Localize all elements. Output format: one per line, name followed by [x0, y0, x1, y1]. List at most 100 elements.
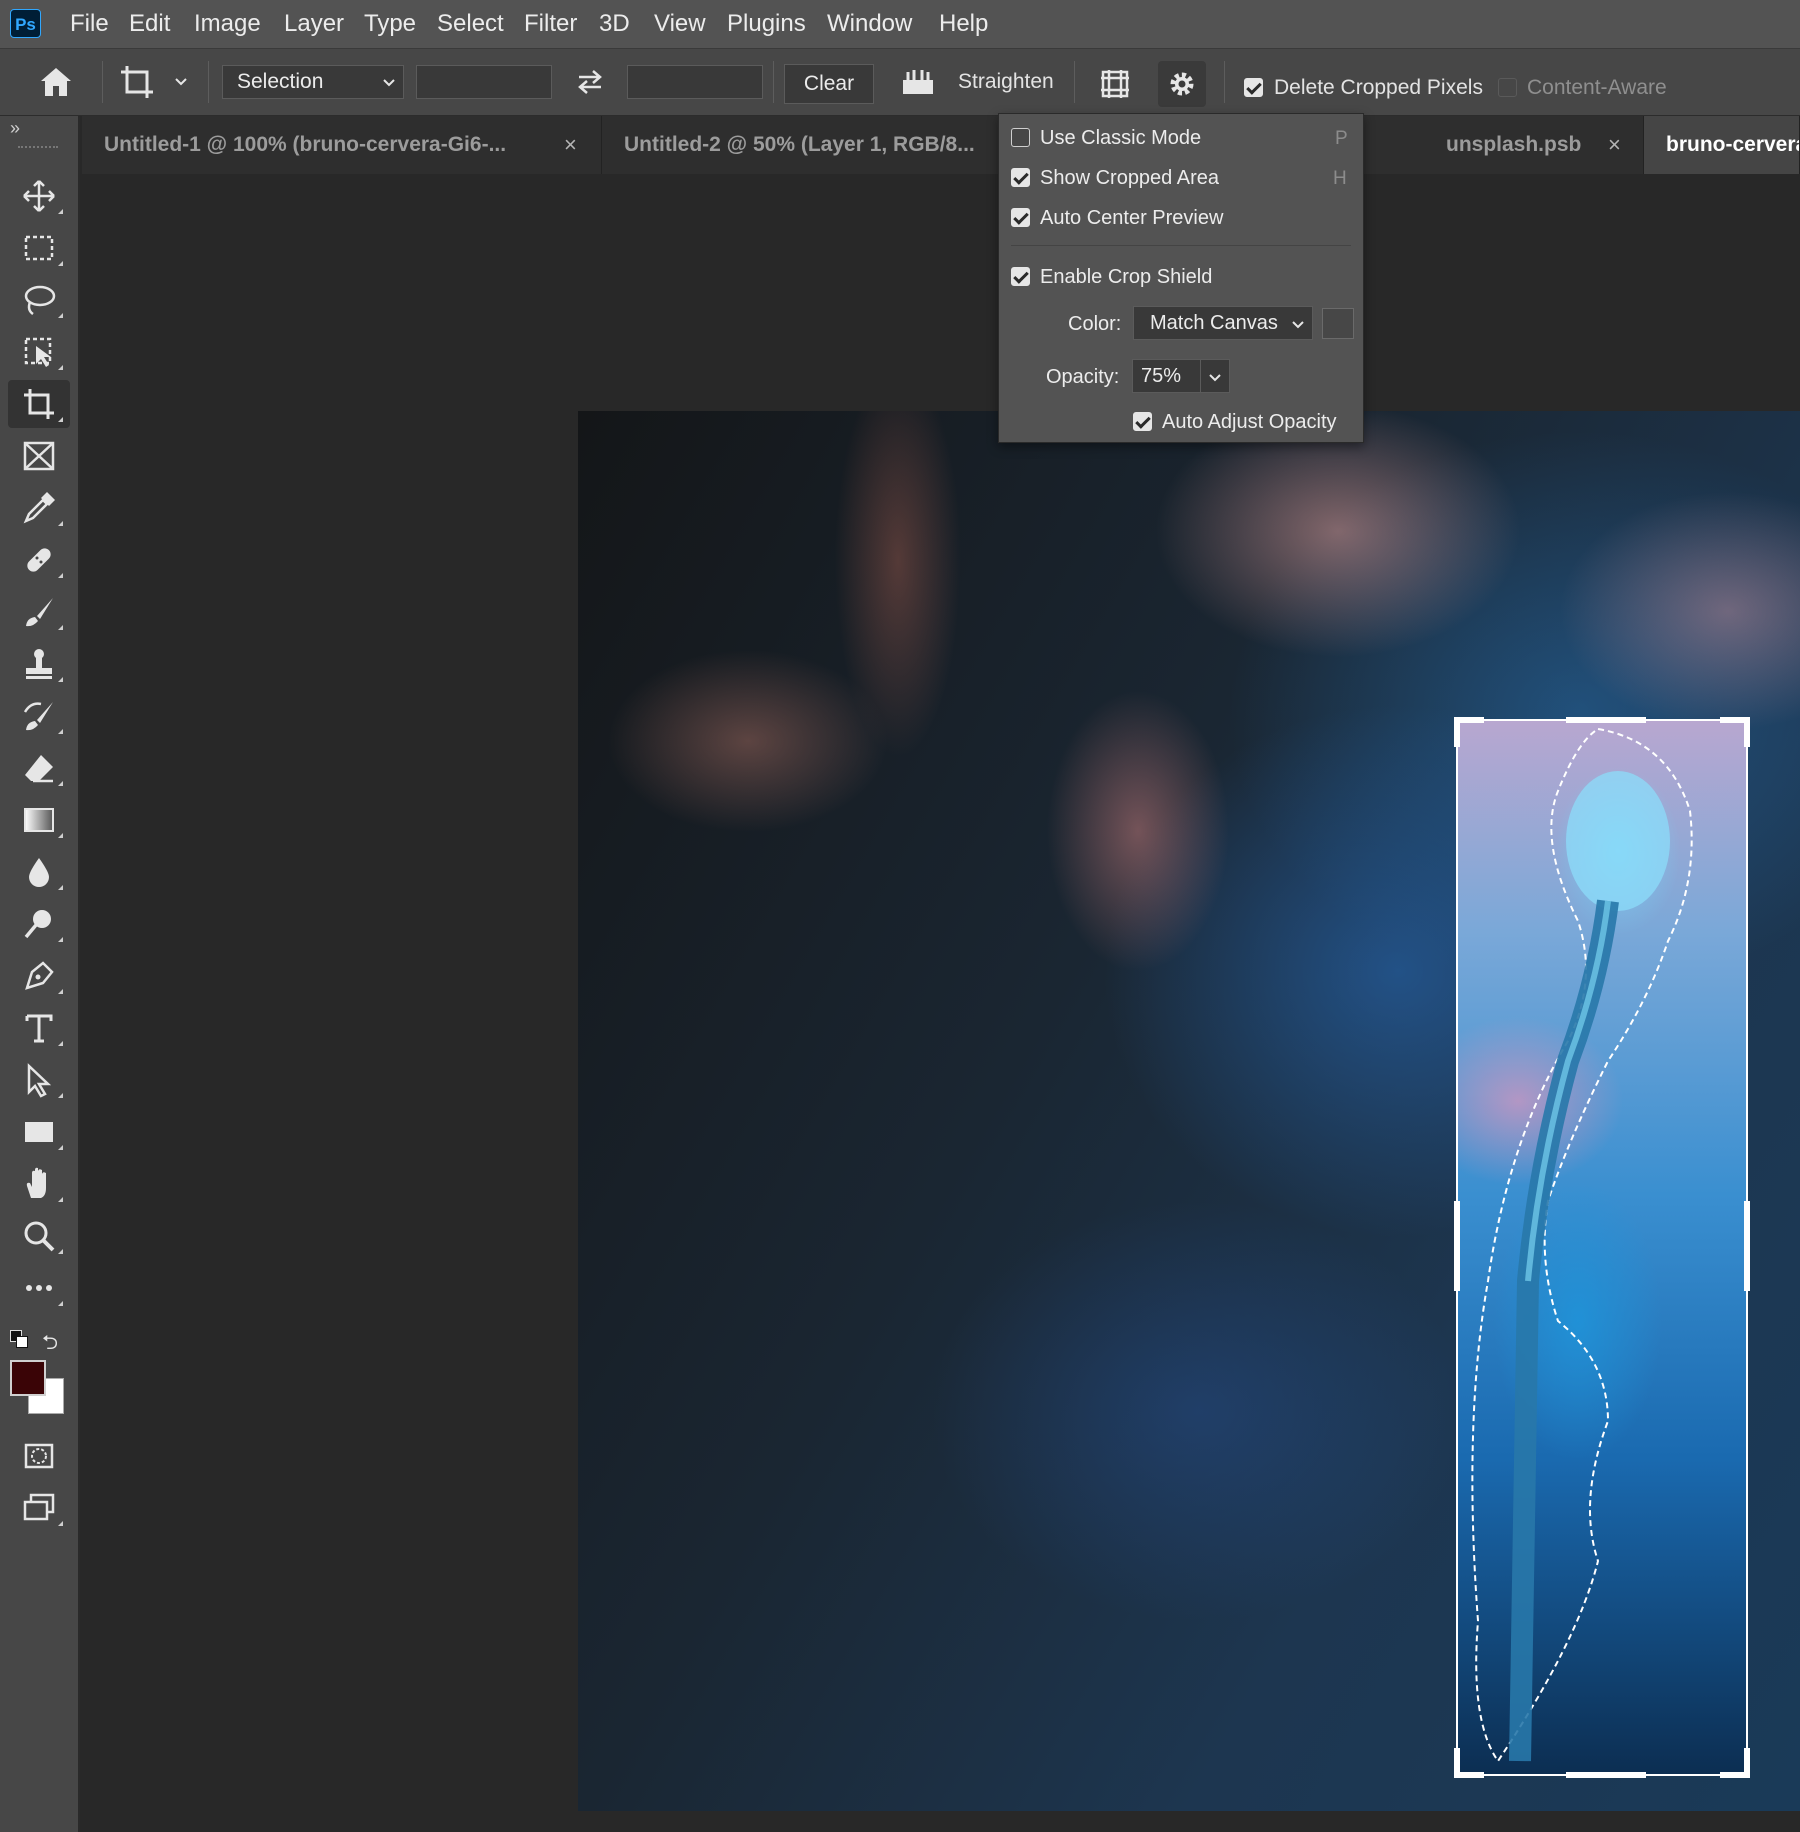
collapse-panel-icon[interactable]: » [10, 118, 20, 139]
default-colors-button[interactable] [10, 1330, 28, 1348]
shield-color-swatch[interactable] [1322, 308, 1354, 339]
ratio-dropdown[interactable]: Selection [222, 65, 404, 99]
crop-box[interactable] [1454, 717, 1750, 1778]
crop-handle-top-right[interactable] [1744, 717, 1750, 747]
object-selection-icon [24, 337, 52, 367]
gear-icon [1170, 72, 1194, 96]
quick-mask-icon [24, 1443, 54, 1469]
type-icon [25, 1014, 53, 1043]
opacity-dropdown-button[interactable] [1200, 360, 1229, 392]
object-selection-tool[interactable] [8, 328, 70, 376]
quick-mask-button[interactable] [8, 1432, 70, 1480]
straighten-label: Straighten [958, 70, 1054, 93]
chevron-down-icon [175, 78, 187, 86]
use-classic-mode-checkbox[interactable] [1011, 128, 1030, 147]
swap-button[interactable] [572, 65, 608, 99]
lasso-tool[interactable] [8, 276, 70, 324]
path-selection-tool[interactable] [8, 1056, 70, 1104]
clear-button[interactable]: Clear [784, 64, 874, 104]
shield-color-value: Match Canvas [1150, 312, 1278, 334]
menu-image[interactable]: Image [194, 0, 261, 48]
overlay-options-button[interactable] [1092, 65, 1138, 103]
auto-adjust-opacity-checkbox[interactable] [1133, 412, 1152, 431]
crop-settings-button[interactable] [1158, 61, 1206, 107]
delete-cropped-pixels-checkbox[interactable] [1244, 78, 1263, 97]
tab-title: unsplash.psb [1446, 133, 1582, 156]
hand-tool[interactable] [8, 1160, 70, 1208]
menu-help[interactable]: Help [939, 0, 988, 48]
foreground-color-swatch[interactable] [10, 1360, 46, 1396]
dodge-tool[interactable] [8, 900, 70, 948]
swap-colors-icon[interactable]: ⮌ [42, 1328, 58, 1362]
crop-handle-bottom[interactable] [1566, 1772, 1646, 1778]
swap-icon [578, 70, 602, 94]
menu-filter[interactable]: Filter [524, 0, 577, 48]
home-button[interactable] [34, 61, 78, 103]
menu-edit[interactable]: Edit [129, 0, 170, 48]
crop-handle-top-left[interactable] [1454, 717, 1460, 747]
gradient-tool[interactable] [8, 796, 70, 844]
menu-type[interactable]: Type [364, 0, 416, 48]
ratio-dropdown-value: Selection [237, 70, 324, 93]
auto-center-preview-checkbox[interactable] [1011, 208, 1030, 227]
crop-handle-right[interactable] [1744, 1201, 1750, 1291]
type-tool[interactable] [8, 1004, 70, 1052]
use-classic-mode-label: Use Classic Mode [1040, 127, 1202, 149]
move-tool[interactable] [8, 172, 70, 220]
enable-crop-shield-checkbox[interactable] [1011, 267, 1030, 286]
more-tools-button[interactable] [8, 1264, 70, 1312]
eyedropper-tool[interactable] [8, 484, 70, 532]
menu-bar: Ps File Edit Image Layer Type Select Fil… [0, 0, 1800, 49]
menu-plugins[interactable]: Plugins [727, 0, 806, 48]
straighten-button[interactable]: Straighten [900, 65, 1060, 99]
marquee-tool[interactable] [8, 224, 70, 272]
rectangle-tool[interactable] [8, 1108, 70, 1156]
zoom-tool[interactable] [8, 1212, 70, 1260]
menu-window[interactable]: Window [827, 0, 912, 48]
show-cropped-area-label: Show Cropped Area [1040, 167, 1220, 189]
document-tabs: Untitled-1 @ 100% (bruno-cervera-Gi6-...… [82, 116, 1800, 174]
chevron-down-icon [1209, 374, 1221, 382]
opacity-value: 75% [1141, 365, 1182, 387]
tab-bruno-cervera[interactable]: bruno-cervera-Gi6-m [1644, 116, 1800, 174]
menu-file[interactable]: File [70, 0, 109, 48]
clone-stamp-tool[interactable] [8, 640, 70, 688]
panel-grip[interactable] [18, 146, 58, 154]
gradient-icon [24, 808, 54, 832]
width-input[interactable] [416, 65, 552, 99]
show-cropped-area-checkbox[interactable] [1011, 168, 1030, 187]
opacity-input[interactable]: 75% [1132, 359, 1230, 393]
pen-icon [25, 961, 54, 990]
menu-view[interactable]: View [654, 0, 706, 48]
height-input[interactable] [627, 65, 763, 99]
brush-tool[interactable] [8, 588, 70, 636]
screen-mode-button[interactable] [8, 1484, 70, 1532]
crop-tool[interactable] [8, 380, 70, 428]
crop-handle-bottom-right[interactable] [1744, 1748, 1750, 1778]
crop-handle-left[interactable] [1454, 1201, 1460, 1291]
opacity-label: Opacity: [1046, 366, 1120, 388]
crop-handle-bottom-left[interactable] [1454, 1748, 1460, 1778]
frame-icon [23, 441, 55, 471]
healing-brush-tool[interactable] [8, 536, 70, 584]
menu-3d[interactable]: 3D [599, 0, 630, 48]
tab-close-icon[interactable]: × [1608, 116, 1621, 174]
menu-layer[interactable]: Layer [284, 0, 344, 48]
menu-select[interactable]: Select [437, 0, 504, 48]
blur-tool[interactable] [8, 848, 70, 896]
tool-preset-picker[interactable] [118, 61, 194, 103]
history-brush-tool[interactable] [8, 692, 70, 740]
shield-color-dropdown[interactable]: Match Canvas [1133, 306, 1313, 340]
show-cropped-area-shortcut: H [1333, 168, 1347, 189]
straighten-icon [903, 70, 933, 94]
photoshop-logo: Ps [10, 9, 41, 38]
frame-tool[interactable] [8, 432, 70, 480]
tab-close-icon[interactable]: × [564, 116, 577, 174]
rectangle-icon [25, 1122, 53, 1142]
tab-untitled-1[interactable]: Untitled-1 @ 100% (bruno-cervera-Gi6-...… [82, 116, 602, 174]
eraser-tool[interactable] [8, 744, 70, 792]
pen-tool[interactable] [8, 952, 70, 1000]
tab-unsplash[interactable]: unsplash.psb × [1364, 116, 1644, 174]
content-aware-checkbox[interactable] [1498, 78, 1517, 97]
crop-handle-top[interactable] [1566, 717, 1646, 723]
